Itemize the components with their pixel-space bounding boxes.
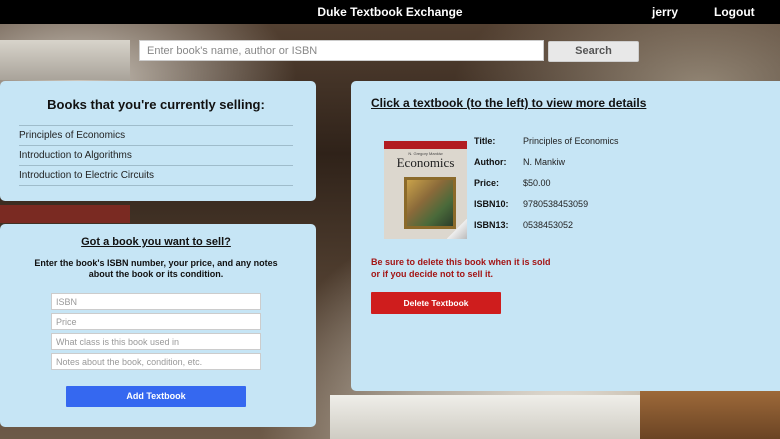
background-open-book (330, 395, 650, 439)
background-book (640, 390, 780, 439)
book-cover-image: N. Gregory Mankiw Economics (384, 141, 467, 239)
sell-book-title: Got a book you want to sell? (81, 236, 231, 248)
notes-field[interactable] (51, 353, 261, 370)
background-book-spine (0, 205, 130, 223)
search-input[interactable] (139, 40, 544, 61)
detail-value-price: $50.00 (523, 178, 551, 188)
detail-label-isbn10: ISBN10: (474, 199, 509, 209)
cover-banner (384, 141, 467, 149)
detail-value-isbn10: 9780538453059 (523, 199, 589, 209)
class-field[interactable] (51, 333, 261, 350)
cover-title: Economics (396, 155, 455, 170)
detail-value-title: Principles of Economics (523, 136, 619, 146)
sell-instructions-line1: Enter the book's ISBN number, your price… (34, 258, 278, 268)
add-textbook-button[interactable]: Add Textbook (66, 386, 246, 407)
delete-warning-line1: Be sure to delete this book when it is s… (371, 257, 551, 267)
detail-value-author: N. Mankiw (523, 157, 566, 167)
selling-book-item[interactable]: Principles of Economics (19, 125, 293, 145)
detail-label-price: Price: (474, 178, 500, 188)
currently-selling-title: Books that you're currently selling: (47, 97, 265, 112)
selling-book-item[interactable]: Introduction to Algorithms (19, 145, 293, 165)
price-field[interactable] (51, 313, 261, 330)
detail-label-title: Title: (474, 136, 496, 146)
top-navigation-bar: Duke Textbook Exchange jerry Logout (0, 0, 780, 24)
isbn-field[interactable] (51, 293, 261, 310)
username-link[interactable]: jerry (652, 5, 678, 19)
delete-warning-line2: or if you decide not to sell it. (371, 269, 494, 279)
delete-textbook-button[interactable]: Delete Textbook (371, 292, 501, 314)
selling-book-item[interactable]: Introduction to Electric Circuits (19, 165, 293, 185)
background-shelf (0, 40, 130, 80)
sell-instructions-line2: about the book or its condition. (88, 269, 224, 279)
list-divider (19, 185, 293, 186)
logout-link[interactable]: Logout (714, 5, 755, 19)
detail-label-author: Author: (474, 157, 507, 167)
detail-label-isbn13: ISBN13: (474, 220, 509, 230)
details-heading: Click a textbook (to the left) to view m… (371, 96, 647, 110)
sell-instructions: Enter the book's ISBN number, your price… (20, 258, 292, 280)
search-button[interactable]: Search (548, 41, 639, 62)
detail-value-isbn13: 0538453052 (523, 220, 574, 230)
page-curl (447, 219, 467, 239)
delete-warning: Be sure to delete this book when it is s… (371, 256, 551, 280)
